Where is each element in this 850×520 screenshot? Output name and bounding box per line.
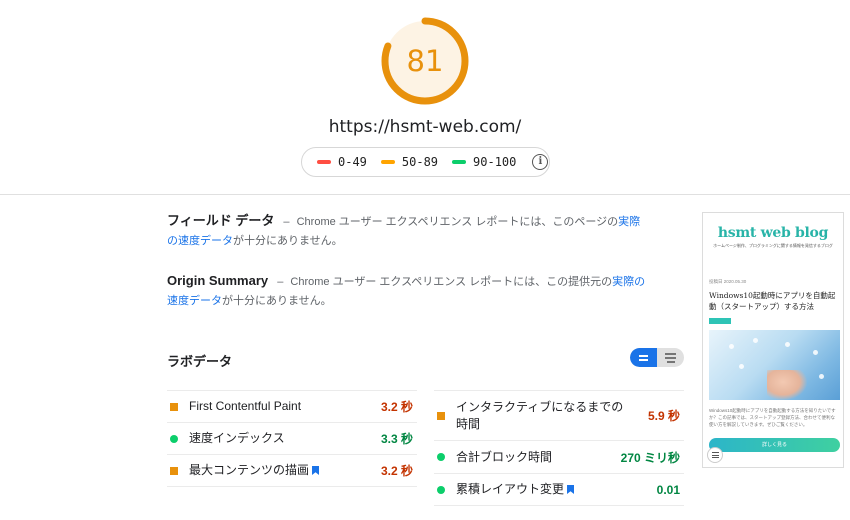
bookmark-icon	[312, 466, 320, 475]
post-title: Windows10起動時にアプリを自動起動（スタートアップ）する方法	[709, 291, 836, 311]
header-divider	[0, 194, 850, 195]
average-square-icon	[170, 466, 178, 475]
origin-summary-text-end: が十分にありません。	[222, 295, 332, 307]
metric-value: 3.3 秒	[380, 432, 413, 446]
metric-value: 270 ミリ秒	[620, 450, 680, 465]
metric-speed-index: 速度インデックス 3.3 秒	[167, 422, 417, 454]
performance-score: 81	[406, 44, 444, 78]
legend-pass-label: 90-100	[473, 155, 517, 169]
metric-label: 最大コンテンツの描画	[189, 463, 310, 477]
metric-label-wrap: 累積レイアウト変更	[456, 481, 657, 498]
metric-fcp: First Contentful Paint 3.2 秒	[167, 390, 417, 422]
bookmark-icon	[567, 485, 575, 494]
metric-label: インタラクティブになるまでの時間	[456, 399, 624, 431]
legend-average: 50-89	[380, 155, 439, 169]
metric-label: 累積レイアウト変更	[456, 482, 565, 496]
post-hero-image	[709, 330, 840, 400]
post-excerpt: Windows10起動時にアプリを自動起動する方法を知りたいですか？この記事では…	[709, 408, 836, 427]
post-date: 投稿日 2020.05.30	[709, 279, 747, 284]
origin-summary-title: Origin Summary	[167, 273, 269, 288]
final-screenshot-thumbnail: hsmt web blog ホームページ制作、プログラミングに関する情報を発信す…	[702, 212, 844, 468]
hand-image	[767, 370, 807, 400]
legend-average-swatch	[380, 160, 395, 164]
site-tagline: ホームページ制作、プログラミングに関する情報を発信するブログ	[713, 243, 833, 248]
field-data-section: フィールド データ – Chrome ユーザー エクスペリエンス レポートには、…	[167, 211, 647, 251]
network-dot	[753, 338, 758, 343]
field-data-text-end: が十分にありません。	[233, 235, 343, 247]
metric-label: 合計ブロック時間	[456, 449, 553, 464]
score-legend: 0-49 50-89 90-100 i	[301, 147, 550, 177]
origin-summary-text: Chrome ユーザー エクスペリエンス レポートには、この提供元の	[290, 276, 613, 288]
hamburger-menu-icon	[707, 447, 723, 463]
metric-value: 3.2 秒	[380, 464, 413, 478]
origin-summary-dash: –	[277, 276, 284, 288]
field-data-title: フィールド データ	[167, 213, 275, 228]
metric-tti: インタラクティブになるまでの時間 5.9 秒	[434, 390, 684, 440]
network-dot	[813, 350, 818, 355]
metric-label: First Contentful Paint	[189, 399, 302, 413]
lab-data-title: ラボデータ	[167, 354, 233, 369]
metric-value: 3.2 秒	[380, 400, 413, 414]
field-data-text: Chrome ユーザー エクスペリエンス レポートには、このページの	[296, 216, 619, 228]
pass-circle-icon	[437, 485, 445, 494]
read-more-button: 詳しく見る	[709, 438, 840, 452]
metric-tbt: 合計ブロック時間 270 ミリ秒	[434, 440, 684, 473]
expanded-view-button[interactable]	[657, 348, 684, 367]
legend-average-label: 50-89	[401, 155, 439, 169]
pass-circle-icon	[170, 434, 178, 443]
legend-fail-label: 0-49	[338, 155, 367, 169]
compact-view-button[interactable]	[630, 348, 657, 367]
network-dot	[785, 342, 790, 347]
network-dot	[729, 344, 734, 349]
metric-value: 5.9 秒	[647, 409, 680, 423]
average-square-icon	[437, 411, 445, 420]
field-data-dash: –	[283, 216, 290, 228]
view-toggle[interactable]	[630, 348, 684, 367]
legend-pass-swatch	[452, 160, 467, 164]
metric-cls: 累積レイアウト変更 0.01	[434, 473, 684, 506]
metrics-left-column: First Contentful Paint 3.2 秒 速度インデックス 3.…	[167, 390, 417, 487]
average-square-icon	[170, 402, 178, 411]
metric-value: 0.01	[656, 482, 680, 497]
network-dot	[819, 374, 824, 379]
metrics-right-column: インタラクティブになるまでの時間 5.9 秒 合計ブロック時間 270 ミリ秒 …	[434, 390, 684, 506]
pass-circle-icon	[437, 453, 445, 461]
score-gauge: 81	[381, 17, 469, 105]
metric-label-wrap: 最大コンテンツの描画	[189, 462, 381, 479]
metric-lcp: 最大コンテンツの描画 3.2 秒	[167, 454, 417, 487]
origin-summary-section: Origin Summary – Chrome ユーザー エクスペリエンス レポ…	[167, 271, 647, 311]
site-logo: hsmt web blog	[717, 225, 829, 241]
category-tag	[709, 318, 731, 324]
legend-fail: 0-49	[317, 155, 367, 169]
legend-fail-swatch	[317, 160, 331, 164]
network-dot	[739, 364, 744, 369]
page-url: https://hsmt-web.com/	[328, 117, 522, 137]
legend-pass: 90-100	[452, 155, 516, 169]
info-icon[interactable]: i	[532, 154, 549, 170]
metric-label: 速度インデックス	[189, 431, 285, 445]
